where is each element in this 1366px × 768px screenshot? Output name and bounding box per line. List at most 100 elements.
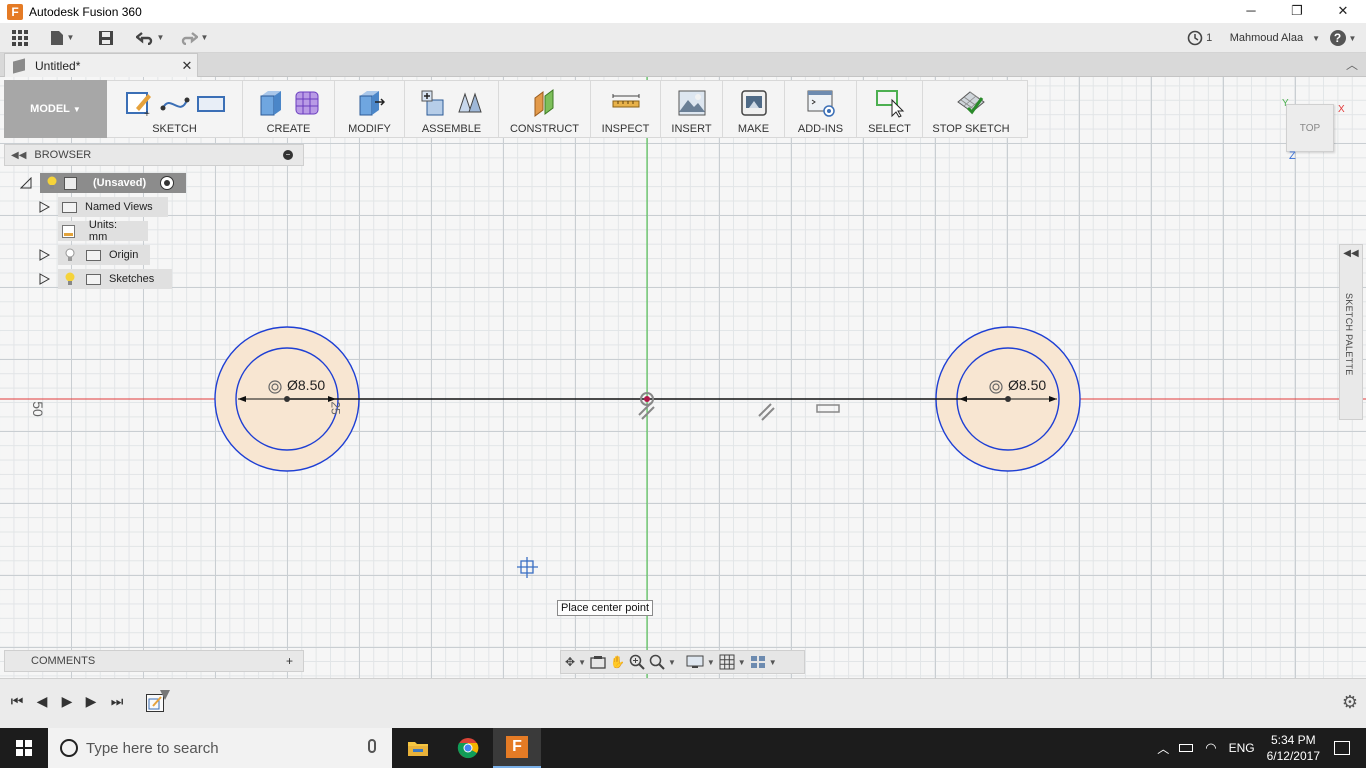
file-menu-icon[interactable]: ▼: [40, 23, 84, 53]
activate-radio-icon[interactable]: [160, 176, 175, 190]
timeline-settings-gear-icon[interactable]: ⚙: [1342, 692, 1358, 713]
expand-triangle-icon: [39, 249, 50, 261]
fusion-360-taskbar-icon[interactable]: F: [493, 728, 541, 768]
timeline-first-icon[interactable]: ⏮: [8, 693, 26, 713]
taskbar-search-box[interactable]: Type here to search: [48, 728, 392, 768]
assemble-group[interactable]: ASSEMBLE: [405, 81, 499, 137]
timeline-last-icon[interactable]: ⏭: [108, 693, 126, 713]
maximize-button[interactable]: ❐: [1274, 0, 1320, 23]
language-indicator[interactable]: ENG: [1229, 741, 1255, 755]
pan-hand-icon[interactable]: ✋: [610, 652, 625, 672]
browser-item-sketches[interactable]: Sketches: [38, 269, 172, 289]
grid-snaps-icon[interactable]: ▼: [719, 652, 746, 672]
timeline-bar: ⏮ ◀ ▶ ▶ ⏭ ⚙: [0, 678, 1366, 728]
comments-panel-header[interactable]: COMMENTS +: [4, 650, 304, 672]
microphone-icon[interactable]: [368, 739, 376, 753]
orbit-icon[interactable]: ✥ ▼: [565, 652, 586, 672]
save-icon[interactable]: [84, 23, 128, 53]
notifications-icon[interactable]: [1334, 741, 1350, 755]
sketch-palette-tab[interactable]: ◀◀ SKETCH PALETTE: [1339, 244, 1363, 420]
graphics-canvas[interactable]: Ø8.50 Ø8.50 50 25: [0, 77, 1366, 678]
add-ins-group[interactable]: ADD-INS: [785, 81, 857, 137]
chrome-icon[interactable]: [444, 728, 492, 768]
fusion-app-icon: F: [7, 3, 23, 20]
show-hidden-icons-chevron-icon[interactable]: ︿: [1157, 740, 1169, 757]
svg-text:+: +: [144, 109, 150, 118]
select-group[interactable]: SELECT: [857, 81, 923, 137]
left-diameter-dimension[interactable]: Ø8.50: [287, 377, 325, 393]
view-cube[interactable]: TOP: [1286, 104, 1334, 152]
comments-title: COMMENTS: [31, 655, 96, 667]
user-menu-caret-icon: ▼: [1312, 33, 1320, 43]
taskbar-clock[interactable]: 5:34 PM 6/12/2017: [1267, 732, 1320, 764]
browser-minimize-icon[interactable]: −: [283, 150, 293, 160]
job-count: 1: [1206, 32, 1213, 44]
browser-panel-header[interactable]: ◀◀ BROWSER −: [4, 144, 304, 166]
palette-expand-icon[interactable]: ◀◀: [1340, 248, 1362, 259]
undo-icon[interactable]: ▼: [128, 23, 172, 53]
browser-root-node[interactable]: (Unsaved): [20, 173, 186, 193]
timeline-sketch-feature-icon[interactable]: [146, 694, 164, 712]
form-icon: [295, 91, 318, 115]
create-sketch-icon: +: [125, 92, 151, 118]
help-menu[interactable]: ? ▼: [1320, 23, 1366, 53]
stop-sketch-group[interactable]: STOP SKETCH: [923, 81, 1019, 137]
collapse-toolbar-icon[interactable]: ︿: [1346, 56, 1358, 73]
visibility-bulb-icon: [65, 272, 75, 285]
create-group-label: CREATE: [266, 123, 311, 135]
workspace-switcher[interactable]: MODEL ▼: [4, 80, 107, 138]
look-at-icon[interactable]: [590, 652, 606, 672]
fit-zoom-icon[interactable]: ▼: [649, 652, 676, 672]
inspect-group[interactable]: INSPECT: [591, 81, 661, 137]
viewports-icon[interactable]: ▼: [750, 652, 777, 672]
redo-icon[interactable]: ▼: [172, 23, 216, 53]
insert-group[interactable]: INSERT: [661, 81, 723, 137]
construct-group-label: CONSTRUCT: [509, 123, 580, 135]
close-button[interactable]: ✕: [1320, 0, 1366, 23]
browser-item-units[interactable]: Units: mm: [38, 219, 148, 243]
sketch-palette-label: SKETCH PALETTE: [1344, 293, 1354, 376]
root-component-label: (Unsaved): [93, 177, 147, 189]
select-group-label: SELECT: [868, 123, 911, 135]
make-group[interactable]: MAKE: [723, 81, 785, 137]
browser-item-named-views[interactable]: Named Views: [38, 197, 168, 217]
document-tab-title: Untitled*: [35, 58, 81, 73]
document-tab[interactable]: Untitled* ✕: [4, 53, 198, 77]
modify-group[interactable]: MODIFY: [335, 81, 405, 137]
display-settings-icon[interactable]: ▼: [686, 652, 715, 672]
windows-start-icon[interactable]: [0, 728, 48, 768]
data-panel-grid-icon[interactable]: [0, 23, 40, 53]
browser-title: BROWSER: [34, 149, 92, 161]
spline-icon: [160, 97, 189, 111]
user-account-menu[interactable]: Mahmoud Alaa: [1230, 32, 1303, 44]
press-pull-icon: [359, 91, 385, 116]
close-tab-button[interactable]: ✕: [177, 58, 197, 74]
document-tab-bar: Untitled* ✕ ︿: [0, 53, 1366, 77]
visibility-bulb-off-icon: [65, 248, 75, 261]
wifi-icon[interactable]: ◠: [1205, 740, 1216, 756]
rectangle-icon: [196, 96, 225, 112]
file-explorer-icon[interactable]: [394, 728, 442, 768]
insert-image-icon: [678, 90, 705, 116]
battery-icon[interactable]: [1179, 744, 1194, 752]
timeline-next-icon[interactable]: ▶: [82, 693, 100, 713]
browser-item-origin[interactable]: Origin: [38, 245, 150, 265]
quick-access-toolbar: ▼ ▼ ▼ 1 Mahmoud Alaa ▼ ? ▼: [0, 23, 1366, 53]
minimize-button[interactable]: ─: [1228, 0, 1274, 23]
sketch-group[interactable]: + SKETCH: [107, 81, 243, 137]
create-group[interactable]: CREATE: [243, 81, 335, 137]
timeline-play-icon[interactable]: ▶: [58, 693, 76, 713]
select-icon: [875, 90, 904, 118]
timeline-previous-icon[interactable]: ◀: [33, 693, 51, 713]
browser-collapse-icon[interactable]: ◀◀: [11, 150, 26, 161]
zoom-icon[interactable]: [629, 652, 645, 672]
job-status-clock-icon[interactable]: 1: [1180, 23, 1220, 53]
construct-group[interactable]: CONSTRUCT: [499, 81, 591, 137]
ruler-mid-value: 25: [328, 401, 343, 415]
expand-triangle-icon: [39, 201, 50, 213]
sketch-group-label: SKETCH: [152, 123, 197, 135]
right-diameter-dimension[interactable]: Ø8.50: [1008, 377, 1046, 393]
clock-time: 5:34 PM: [1270, 733, 1316, 747]
comments-add-icon[interactable]: +: [286, 654, 293, 668]
modify-group-label: MODIFY: [348, 123, 391, 135]
